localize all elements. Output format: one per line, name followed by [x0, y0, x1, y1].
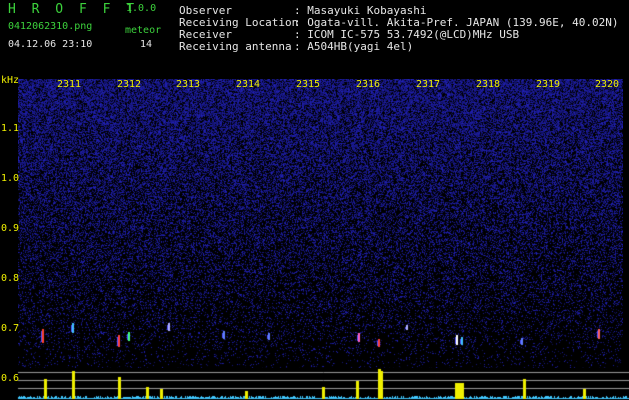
- antenna-label: Receiving antenna: [179, 40, 292, 53]
- antenna-value: : A504HB(yagi 4el): [294, 40, 414, 53]
- y-tick-label: 0.7: [1, 323, 20, 334]
- x-tick-label: 2311: [57, 79, 82, 90]
- filename: 0412062310.png: [8, 21, 93, 32]
- observer-label: Observer: [179, 4, 232, 17]
- x-tick-label: 2316: [356, 79, 381, 90]
- hroft-window: H R O F F T 1.0.0 0412062310.png meteor …: [0, 0, 629, 400]
- x-tick-label: 2320: [595, 79, 620, 90]
- x-tick-label: 2317: [416, 79, 441, 90]
- y-unit-label: kHz: [1, 75, 20, 86]
- spectrogram-canvas: [18, 79, 623, 369]
- receiver-label: Receiver: [179, 28, 232, 41]
- meteor-count: 14: [140, 39, 153, 50]
- receiver-value: : ICOM IC-575 53.7492(@LCD)MHz USB: [294, 28, 520, 41]
- location-value: : Ogata-vill. Akita-Pref. JAPAN (139.96E…: [294, 16, 619, 29]
- x-tick-label: 2315: [296, 79, 321, 90]
- app-title: H R O F F T: [8, 2, 139, 17]
- meteor-echo-panel: [0, 368, 629, 400]
- y-tick-label: 1.1: [1, 123, 20, 134]
- x-tick-label: 2312: [117, 79, 142, 90]
- y-tick-label: 0.8: [1, 273, 20, 284]
- meteor-label: meteor: [125, 25, 162, 36]
- x-tick-label: 2313: [176, 79, 201, 90]
- y-tick-label: 0.6: [1, 373, 20, 384]
- y-tick-label: 1.0: [1, 173, 20, 184]
- app-version: 1.0.0: [126, 3, 157, 14]
- x-tick-label: 2318: [476, 79, 501, 90]
- observer-value: : Masayuki Kobayashi: [294, 4, 427, 17]
- x-tick-label: 2319: [536, 79, 561, 90]
- y-tick-label: 0.9: [1, 223, 20, 234]
- x-tick-label: 2314: [236, 79, 261, 90]
- datetime: 04.12.06 23:10: [8, 39, 93, 50]
- location-label: Receiving Location: [179, 16, 299, 29]
